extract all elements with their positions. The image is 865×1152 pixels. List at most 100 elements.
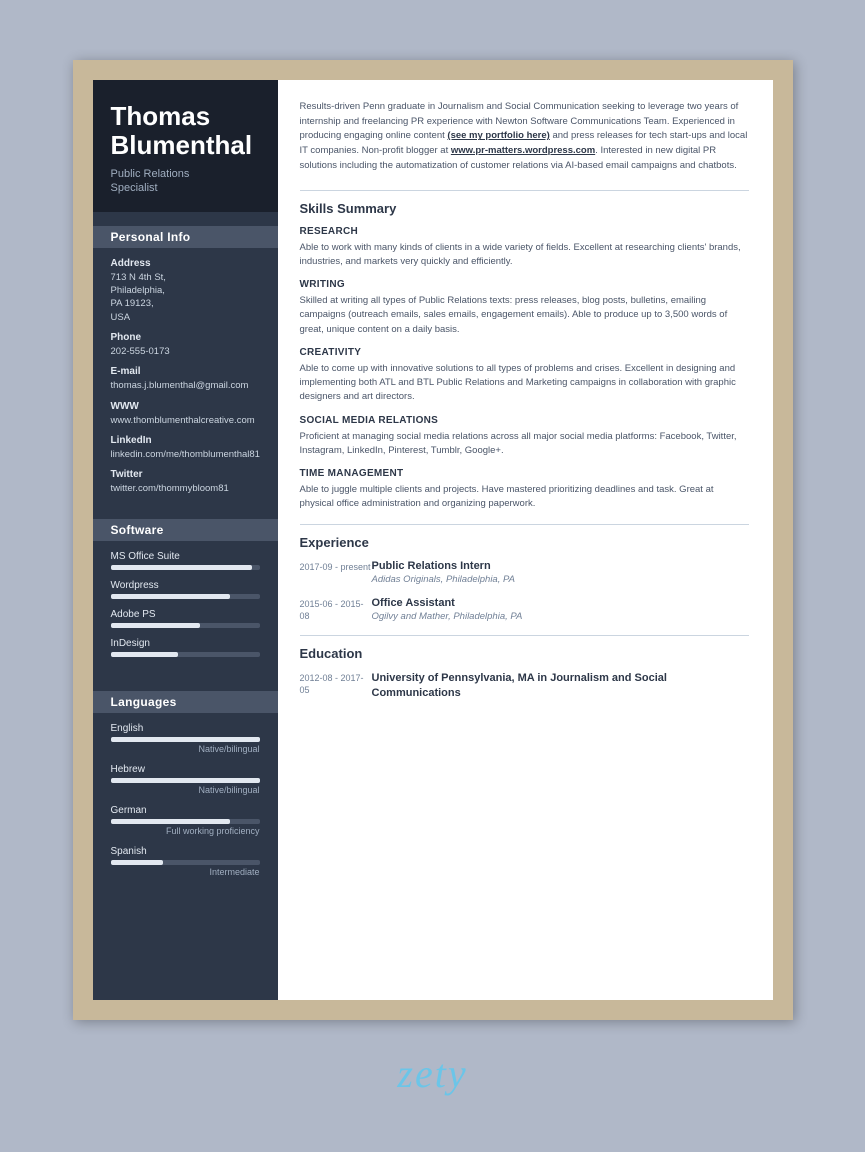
language-name: English (111, 723, 260, 734)
skills-divider (300, 190, 749, 191)
experience-title: Public Relations Intern (372, 560, 749, 572)
skill-item: TIME MANAGEMENT Able to juggle multiple … (300, 468, 749, 512)
software-name: MS Office Suite (111, 551, 260, 562)
language-name: Hebrew (111, 764, 260, 775)
language-item: English Native/bilingual (111, 723, 260, 754)
experience-item: 2015-06 - 2015-08 Office Assistant Ogilv… (300, 597, 749, 623)
last-name: Blumenthal (111, 131, 260, 160)
software-bar-bg (111, 652, 260, 657)
experience-item: 2017-09 - present Public Relations Inter… (300, 560, 749, 585)
language-level: Full working proficiency (111, 826, 260, 836)
skill-description: Able to work with many kinds of clients … (300, 241, 749, 270)
skill-item: WRITING Skilled at writing all types of … (300, 279, 749, 337)
software-item: InDesign (111, 638, 260, 657)
software-bar-bg (111, 623, 260, 628)
software-bars: MS Office Suite Wordpress Adobe PS InDes… (111, 551, 260, 657)
languages-title: Languages (93, 691, 278, 713)
language-bar-fill (111, 860, 163, 865)
email-value: thomas.j.blumenthal@gmail.com (111, 379, 260, 392)
software-bar-fill (111, 594, 230, 599)
skill-description: Skilled at writing all types of Public R… (300, 294, 749, 337)
education-date: 2012-08 - 2017-05 (300, 671, 372, 702)
software-name: InDesign (111, 638, 260, 649)
language-level: Intermediate (111, 867, 260, 877)
skills-list: RESEARCH Able to work with many kinds of… (300, 226, 749, 512)
address-value: 713 N 4th St,Philadelphia,PA 19123,USA (111, 271, 260, 324)
education-divider (300, 635, 749, 636)
education-list: 2012-08 - 2017-05 University of Pennsylv… (300, 671, 749, 702)
experience-company: Adidas Originals, Philadelphia, PA (372, 574, 749, 585)
software-item: Adobe PS (111, 609, 260, 628)
skill-heading: WRITING (300, 279, 749, 290)
skill-heading: RESEARCH (300, 226, 749, 237)
www-label: WWW (111, 401, 260, 412)
software-section: Software MS Office Suite Wordpress Adobe… (93, 505, 278, 677)
language-bars: English Native/bilingual Hebrew Native/b… (111, 723, 260, 877)
email-label: E-mail (111, 366, 260, 377)
summary-text: Results-driven Penn graduate in Journali… (300, 100, 749, 174)
language-item: Hebrew Native/bilingual (111, 764, 260, 795)
zety-brand: zety (397, 1051, 467, 1096)
page-wrapper: Thomas Blumenthal Public Relations Speci… (73, 60, 793, 1020)
twitter-value: twitter.com/thommybloom81 (111, 482, 260, 495)
main-content: Results-driven Penn graduate in Journali… (278, 80, 773, 1000)
experience-divider (300, 524, 749, 525)
software-name: Adobe PS (111, 609, 260, 620)
software-bar-fill (111, 652, 178, 657)
language-bar-bg (111, 860, 260, 865)
blog-url-link[interactable]: www.pr-matters.wordpress.com (451, 145, 595, 156)
software-bar-fill (111, 623, 200, 628)
twitter-label: Twitter (111, 469, 260, 480)
phone-value: 202-555-0173 (111, 345, 260, 358)
skills-section-title: Skills Summary (300, 201, 749, 216)
linkedin-label: LinkedIn (111, 435, 260, 446)
software-title: Software (93, 519, 278, 541)
software-bar-bg (111, 594, 260, 599)
language-name: Spanish (111, 846, 260, 857)
language-level: Native/bilingual (111, 785, 260, 795)
phone-label: Phone (111, 332, 260, 343)
software-item: MS Office Suite (111, 551, 260, 570)
skill-heading: CREATIVITY (300, 347, 749, 358)
language-bar-bg (111, 819, 260, 824)
skill-item: CREATIVITY Able to come up with innovati… (300, 347, 749, 405)
personal-info-section: Personal Info Address 713 N 4th St,Phila… (93, 212, 278, 506)
address-label: Address (111, 258, 260, 269)
language-item: Spanish Intermediate (111, 846, 260, 877)
skill-description: Proficient at managing social media rela… (300, 430, 749, 459)
skill-item: SOCIAL MEDIA RELATIONS Proficient at man… (300, 415, 749, 459)
www-value: www.thomblumenthalcreative.com (111, 414, 260, 427)
sidebar: Thomas Blumenthal Public Relations Speci… (93, 80, 278, 1000)
sidebar-header: Thomas Blumenthal Public Relations Speci… (93, 80, 278, 212)
first-name: Thomas (111, 102, 260, 131)
portfolio-link[interactable]: (see my portfolio here) (447, 130, 549, 141)
language-bar-fill (111, 737, 260, 742)
experience-list: 2017-09 - present Public Relations Inter… (300, 560, 749, 623)
education-section-title: Education (300, 646, 749, 661)
language-bar-bg (111, 778, 260, 783)
experience-date: 2015-06 - 2015-08 (300, 597, 372, 623)
skill-description: Able to juggle multiple clients and proj… (300, 483, 749, 512)
experience-details: Public Relations Intern Adidas Originals… (372, 560, 749, 585)
language-name: German (111, 805, 260, 816)
software-bar-bg (111, 565, 260, 570)
skill-heading: TIME MANAGEMENT (300, 468, 749, 479)
job-title: Public Relations Specialist (111, 167, 260, 196)
experience-details: Office Assistant Ogilvy and Mather, Phil… (372, 597, 749, 623)
skill-description: Able to come up with innovative solution… (300, 362, 749, 405)
software-name: Wordpress (111, 580, 260, 591)
linkedin-value: linkedin.com/me/thomblumenthal81 (111, 448, 260, 461)
education-details: University of Pennsylvania, MA in Journa… (372, 671, 749, 702)
language-bar-fill (111, 819, 230, 824)
education-item: 2012-08 - 2017-05 University of Pennsylv… (300, 671, 749, 702)
language-item: German Full working proficiency (111, 805, 260, 836)
skill-heading: SOCIAL MEDIA RELATIONS (300, 415, 749, 426)
zety-footer: zety (397, 1050, 467, 1097)
software-item: Wordpress (111, 580, 260, 599)
experience-section-title: Experience (300, 535, 749, 550)
languages-section: Languages English Native/bilingual Hebre… (93, 677, 278, 897)
experience-title: Office Assistant (372, 597, 749, 609)
language-bar-fill (111, 778, 260, 783)
skill-item: RESEARCH Able to work with many kinds of… (300, 226, 749, 270)
personal-info-title: Personal Info (93, 226, 278, 248)
